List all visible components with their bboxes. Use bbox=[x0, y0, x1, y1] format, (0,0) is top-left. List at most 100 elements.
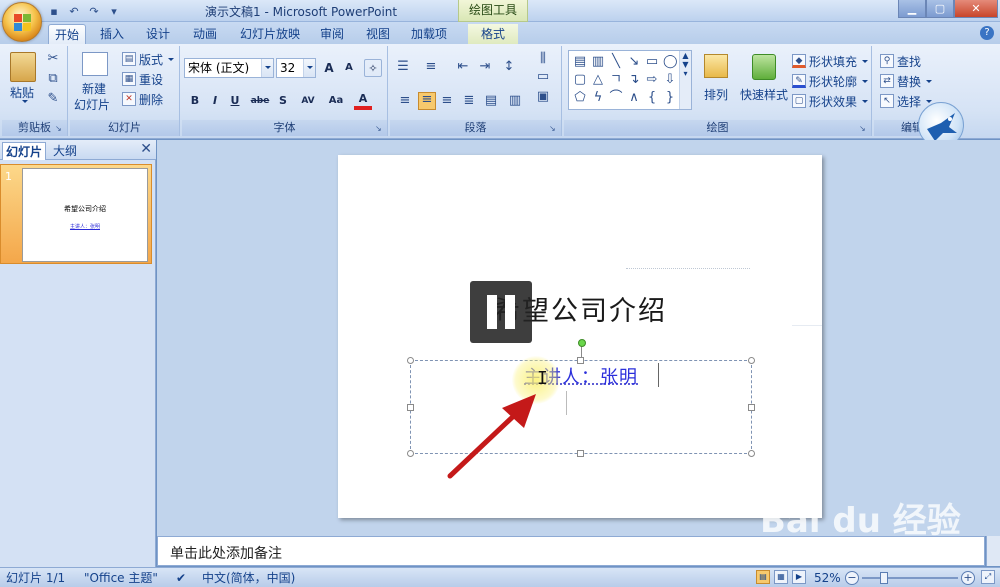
align-right-icon[interactable]: ≡ bbox=[440, 94, 454, 108]
find-button[interactable]: ⚲ 查找 bbox=[880, 52, 921, 70]
align-left-icon[interactable]: ≡ bbox=[398, 94, 412, 108]
format-painter-icon[interactable]: ✎ bbox=[46, 92, 60, 106]
reset-button[interactable]: ▦ 重设 bbox=[122, 70, 163, 88]
quick-styles-icon[interactable] bbox=[752, 54, 776, 80]
tab-addins[interactable]: 加载项 bbox=[404, 24, 454, 44]
zoom-in-icon[interactable]: + bbox=[961, 571, 975, 585]
align-center-icon[interactable]: ≡ bbox=[418, 92, 436, 110]
elbow-arrow-icon[interactable]: ↴ bbox=[627, 73, 641, 87]
char-spacing-button[interactable]: AV bbox=[296, 92, 320, 110]
delete-button[interactable]: ✕ 删除 bbox=[122, 90, 163, 108]
save-icon[interactable]: ▪ bbox=[46, 3, 62, 19]
arrange-button-label[interactable]: 排列 bbox=[704, 86, 728, 103]
arrange-icon[interactable] bbox=[704, 54, 728, 78]
left-brace-shape-icon[interactable]: { bbox=[645, 91, 659, 105]
slide-title-text[interactable]: 希望公司介绍 bbox=[338, 289, 822, 328]
office-button[interactable] bbox=[2, 2, 42, 42]
customize-qat-icon[interactable]: ▾ bbox=[106, 3, 122, 19]
textbox-shape-icon[interactable]: ▤ bbox=[573, 55, 587, 69]
video-pause-overlay[interactable] bbox=[470, 281, 532, 343]
grow-font-button[interactable]: A bbox=[320, 59, 338, 77]
shrink-font-button[interactable]: A bbox=[340, 59, 358, 77]
justify-icon[interactable]: ≣ bbox=[462, 94, 476, 108]
replace-button[interactable]: ⇄ 替换 bbox=[880, 72, 933, 90]
resize-handle-br[interactable] bbox=[748, 450, 755, 457]
subtitle-text[interactable]: 主讲人：张明 bbox=[411, 363, 751, 389]
shape-fill-button[interactable]: ◆ 形状填充 bbox=[792, 52, 869, 70]
slideshow-view-button[interactable]: ▶ bbox=[792, 570, 806, 584]
right-brace-shape-icon[interactable]: } bbox=[663, 91, 677, 105]
italic-button[interactable]: I bbox=[206, 92, 224, 110]
tab-home[interactable]: 开始 bbox=[48, 24, 86, 44]
shape-outline-button[interactable]: ✎ 形状轮廓 bbox=[792, 72, 869, 90]
close-pane-icon[interactable]: ✕ bbox=[140, 141, 152, 157]
resize-handle-bl[interactable] bbox=[407, 450, 414, 457]
smartart-icon[interactable]: ▣ bbox=[536, 90, 550, 104]
change-case-button[interactable]: Aa bbox=[324, 92, 348, 110]
cut-icon[interactable]: ✂ bbox=[46, 52, 60, 66]
maximize-button[interactable]: ▢ bbox=[926, 0, 954, 18]
arc-shape-icon[interactable]: ⌒ bbox=[609, 91, 623, 105]
clear-format-icon[interactable]: ✧ bbox=[364, 59, 382, 77]
down-arrow-shape-icon[interactable]: ⇩ bbox=[663, 73, 677, 87]
fit-to-window-icon[interactable]: ⤢ bbox=[981, 570, 995, 584]
text-direction-icon[interactable]: ⫼ bbox=[536, 52, 550, 66]
bold-button[interactable]: B bbox=[186, 92, 204, 110]
tab-insert[interactable]: 插入 bbox=[94, 24, 130, 44]
language-indicator[interactable]: 中文(简体，中国) bbox=[202, 570, 295, 586]
elbow-connector-icon[interactable]: ㄱ bbox=[609, 73, 623, 87]
normal-view-button[interactable]: ▤ bbox=[756, 570, 770, 584]
slide-sorter-view-button[interactable]: ▦ bbox=[774, 570, 788, 584]
shape-effects-button[interactable]: ▢ 形状效果 bbox=[792, 92, 869, 110]
paste-dropdown-icon[interactable] bbox=[22, 100, 28, 103]
shapes-gallery-scroll[interactable]: ▲ ▼ ▾ bbox=[679, 51, 691, 109]
tab-outline-pane[interactable]: 大纲 bbox=[50, 142, 80, 160]
resize-handle-l[interactable] bbox=[407, 404, 414, 411]
shadow-button[interactable]: S bbox=[274, 92, 292, 110]
tab-review[interactable]: 审阅 bbox=[314, 24, 350, 44]
vertical-textbox-shape-icon[interactable]: ▥ bbox=[591, 55, 605, 69]
resize-handle-b[interactable] bbox=[577, 450, 584, 457]
close-button[interactable]: ✕ bbox=[954, 0, 998, 18]
minimize-button[interactable]: ▁ bbox=[898, 0, 926, 18]
increase-indent-icon[interactable]: ⇥ bbox=[478, 60, 492, 74]
oval-shape-icon[interactable]: ◯ bbox=[663, 55, 678, 69]
font-size-combo[interactable]: 32 bbox=[276, 58, 316, 78]
align-text-icon[interactable]: ▭ bbox=[536, 70, 550, 84]
rotation-handle[interactable] bbox=[578, 339, 586, 347]
resize-handle-r[interactable] bbox=[748, 404, 755, 411]
line-spacing-icon[interactable]: ↕ bbox=[502, 60, 516, 74]
slide-canvas[interactable]: 希望公司介绍 主讲人：张明 bbox=[338, 155, 822, 518]
decrease-indent-icon[interactable]: ⇤ bbox=[456, 60, 470, 74]
rounded-rect-shape-icon[interactable]: ▢ bbox=[573, 73, 587, 87]
zoom-slider-thumb[interactable] bbox=[880, 572, 888, 584]
pentagon-shape-icon[interactable]: ⬠ bbox=[573, 91, 587, 105]
shapes-gallery[interactable]: ▤ ▥ ╲ ↘ ▭ ◯ ▢ △ ㄱ ↴ ⇨ ⇩ ⬠ ϟ ⌒ ∧ { } ▲ ▼ ▾ bbox=[568, 50, 692, 110]
tab-animation[interactable]: 动画 bbox=[186, 24, 224, 44]
slide-thumbnail[interactable]: 希望公司介绍 主讲人：张明 bbox=[22, 168, 148, 262]
curve-shape-icon[interactable]: ∧ bbox=[627, 91, 641, 105]
clipboard-launcher-icon[interactable]: ↘ bbox=[55, 124, 65, 134]
tab-slideshow[interactable]: 幻灯片放映 bbox=[234, 24, 306, 44]
bullets-icon[interactable]: ☰ bbox=[396, 60, 410, 74]
right-arrow-shape-icon[interactable]: ⇨ bbox=[645, 73, 659, 87]
numbering-icon[interactable]: ≡ bbox=[424, 60, 438, 74]
tab-view[interactable]: 视图 bbox=[360, 24, 396, 44]
tab-format[interactable]: 格式 bbox=[468, 24, 518, 44]
undo-icon[interactable]: ↶ bbox=[66, 3, 82, 19]
redo-icon[interactable]: ↷ bbox=[86, 3, 102, 19]
tab-design[interactable]: 设计 bbox=[140, 24, 176, 44]
copy-icon[interactable]: ⧉ bbox=[46, 72, 60, 86]
font-color-button[interactable]: A bbox=[354, 90, 372, 110]
paragraph-launcher-icon[interactable]: ↘ bbox=[549, 124, 559, 134]
triangle-shape-icon[interactable]: △ bbox=[591, 73, 605, 87]
tab-slides-pane[interactable]: 幻灯片 bbox=[2, 142, 47, 160]
new-slide-icon[interactable] bbox=[82, 52, 108, 76]
zoom-out-icon[interactable]: − bbox=[845, 571, 859, 585]
line-shape-icon[interactable]: ╲ bbox=[609, 55, 623, 69]
zoom-level[interactable]: 52% bbox=[814, 570, 841, 586]
rectangle-shape-icon[interactable]: ▭ bbox=[645, 55, 659, 69]
new-slide-label1[interactable]: 新建 bbox=[82, 80, 106, 97]
strikethrough-button[interactable]: abe bbox=[248, 92, 272, 110]
distribute-icon[interactable]: ▤ bbox=[484, 94, 498, 108]
